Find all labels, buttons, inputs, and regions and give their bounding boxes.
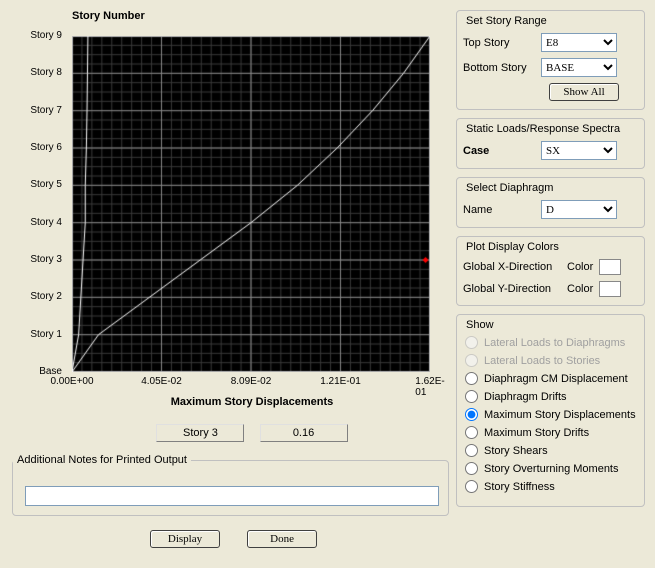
show-option-4[interactable]: Maximum Story Displacements: [463, 408, 638, 421]
diaphragm-name-label: Name: [463, 204, 541, 216]
x-axis-title: Maximum Story Displacements: [72, 396, 432, 408]
done-button[interactable]: Done: [247, 530, 317, 548]
show-radio-6[interactable]: [465, 444, 478, 457]
story-range-group: Set Story Range Top Story E8 Bottom Stor…: [456, 10, 645, 110]
show-option-6[interactable]: Story Shears: [463, 444, 638, 457]
show-option-0: Lateral Loads to Diaphragms: [463, 336, 638, 349]
show-label-3: Diaphragm Drifts: [484, 391, 567, 403]
load-case-legend: Static Loads/Response Spectra: [463, 123, 623, 135]
show-label-2: Diaphragm CM Displacement: [484, 373, 628, 385]
show-group: Show Lateral Loads to Diaphragms Lateral …: [456, 314, 645, 507]
case-label: Case: [463, 145, 541, 157]
plot-area[interactable]: [72, 36, 430, 372]
display-button[interactable]: Display: [150, 530, 220, 548]
x-axis-labels: 0.00E+004.05E-028.09E-021.21E-011.62E-01: [72, 376, 432, 390]
show-radio-8[interactable]: [465, 480, 478, 493]
show-all-button[interactable]: Show All: [549, 83, 619, 101]
chart-panel: Story Number BaseStory 1Story 2Story 3St…: [12, 10, 442, 450]
diaphragm-select[interactable]: D: [541, 200, 617, 219]
cursor-readout: Story 3 0.16: [72, 424, 432, 442]
bottom-story-label: Bottom Story: [463, 62, 541, 74]
global-x-color-swatch[interactable]: [599, 259, 621, 275]
show-option-5[interactable]: Maximum Story Drifts: [463, 426, 638, 439]
show-label-4: Maximum Story Displacements: [484, 409, 636, 421]
show-option-3[interactable]: Diaphragm Drifts: [463, 390, 638, 403]
show-radio-1: [465, 354, 478, 367]
show-option-7[interactable]: Story Overturning Moments: [463, 462, 638, 475]
show-label-6: Story Shears: [484, 445, 548, 457]
readout-value: 0.16: [260, 424, 348, 442]
y-axis-labels: BaseStory 1Story 2Story 3Story 4Story 5S…: [12, 36, 68, 372]
show-radio-7[interactable]: [465, 462, 478, 475]
show-radio-5[interactable]: [465, 426, 478, 439]
load-case-group: Static Loads/Response Spectra Case SX: [456, 118, 645, 169]
show-radio-2[interactable]: [465, 372, 478, 385]
diaphragm-legend: Select Diaphragm: [463, 182, 556, 194]
bottom-story-select[interactable]: BASE: [541, 58, 617, 77]
show-label-5: Maximum Story Drifts: [484, 427, 589, 439]
show-label-0: Lateral Loads to Diaphragms: [484, 337, 625, 349]
show-label-1: Lateral Loads to Stories: [484, 355, 600, 367]
global-x-label: Global X-Direction: [463, 261, 567, 273]
diaphragm-group: Select Diaphragm Name D: [456, 177, 645, 228]
case-select[interactable]: SX: [541, 141, 617, 160]
global-y-color-swatch[interactable]: [599, 281, 621, 297]
show-label-7: Story Overturning Moments: [484, 463, 619, 475]
show-legend: Show: [463, 319, 497, 331]
show-label-8: Story Stiffness: [484, 481, 555, 493]
global-y-label: Global Y-Direction: [463, 283, 567, 295]
show-option-8[interactable]: Story Stiffness: [463, 480, 638, 493]
story-range-legend: Set Story Range: [463, 15, 550, 27]
plot-colors-group: Plot Display Colors Global X-Direction C…: [456, 236, 645, 306]
global-x-color-label: Color: [567, 261, 593, 273]
show-option-1: Lateral Loads to Stories: [463, 354, 638, 367]
show-option-2[interactable]: Diaphragm CM Displacement: [463, 372, 638, 385]
show-radio-4[interactable]: [465, 408, 478, 421]
notes-group: Additional Notes for Printed Output: [12, 454, 449, 516]
top-story-label: Top Story: [463, 37, 541, 49]
show-radio-3[interactable]: [465, 390, 478, 403]
notes-input[interactable]: [25, 486, 439, 506]
notes-legend: Additional Notes for Printed Output: [13, 454, 191, 466]
top-story-select[interactable]: E8: [541, 33, 617, 52]
chart-title: Story Number: [72, 10, 442, 22]
plot-colors-legend: Plot Display Colors: [463, 241, 562, 253]
readout-story: Story 3: [156, 424, 244, 442]
show-radio-0: [465, 336, 478, 349]
global-y-color-label: Color: [567, 283, 593, 295]
